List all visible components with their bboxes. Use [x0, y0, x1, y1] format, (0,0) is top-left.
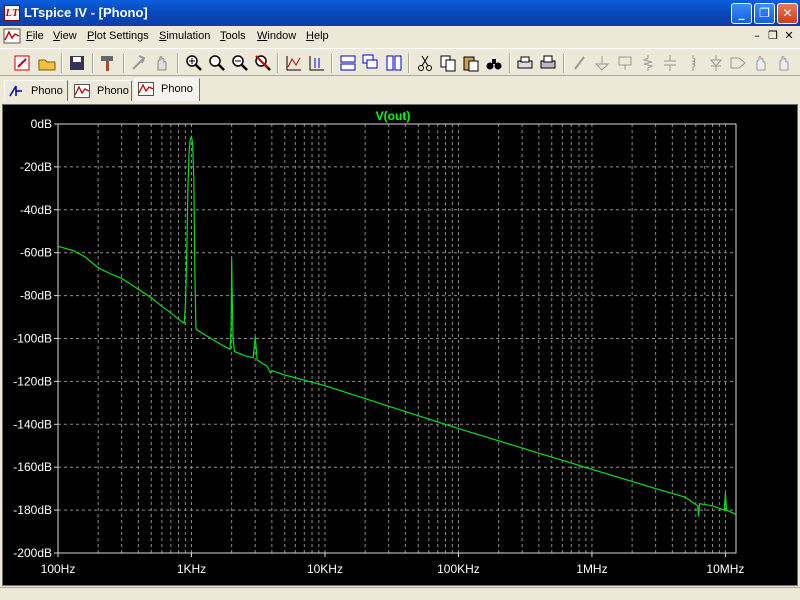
ltspice-logo-icon: LT — [4, 5, 20, 21]
schematic-icon — [9, 85, 22, 97]
tab-phono-waveform-1[interactable]: Phono — [70, 80, 132, 101]
find-binoculars-icon[interactable] — [484, 53, 504, 73]
y-tick-label: -140dB — [13, 417, 52, 431]
capacitor-icon[interactable] — [660, 53, 680, 73]
tab-label: Phono — [31, 85, 63, 97]
cut-scissors-icon[interactable] — [415, 53, 435, 73]
component-icon[interactable] — [728, 53, 748, 73]
control-panel-hammer-icon[interactable] — [98, 53, 118, 73]
menu-view[interactable]: View — [53, 30, 77, 42]
menu-window[interactable]: Window — [257, 30, 296, 42]
autorange-y-icon[interactable] — [307, 53, 327, 73]
tab-phono-waveform-2[interactable]: Phono — [134, 78, 200, 101]
y-tick-label: -120dB — [13, 374, 52, 388]
y-tick-label: -20dB — [20, 160, 52, 174]
x-tick-label: 10MHz — [706, 562, 744, 576]
menu-plot-settings[interactable]: Plot Settings — [87, 30, 149, 42]
axes: 0dB -20dB -40dB -60dB -80dB -100dB -120dB -140d… — [13, 117, 744, 576]
tile-vertical-icon[interactable] — [384, 53, 404, 73]
open-folder-icon[interactable] — [37, 53, 57, 73]
move-hand-icon[interactable] — [751, 53, 771, 73]
run-simulation-icon[interactable] — [129, 53, 149, 73]
restore-button[interactable]: ❐ — [754, 3, 775, 24]
resistor-icon[interactable] — [638, 53, 658, 73]
waveform-plot[interactable]: 0dB -20dB -40dB -60dB -80dB -100dB -120dB -140d… — [3, 105, 799, 587]
trace-v-out[interactable] — [57, 135, 737, 517]
drag-hand-icon[interactable] — [774, 53, 794, 73]
print-icon[interactable] — [538, 53, 558, 73]
trace-name-v-out[interactable]: V(out) — [376, 109, 411, 123]
y-tick-label: -100dB — [13, 332, 52, 346]
document-tab-bar: Phono Phono Phono — [0, 77, 800, 102]
tile-horizontal-icon[interactable] — [338, 53, 358, 73]
draw-wire-icon[interactable] — [570, 53, 590, 73]
waveform-plot-pane[interactable]: 0dB -20dB -40dB -60dB -80dB -100dB -120dB -140d… — [2, 104, 798, 586]
pan-hand-icon[interactable] — [152, 53, 172, 73]
y-tick-label: -80dB — [20, 289, 52, 303]
title-bar[interactable]: LT LTspice IV - [Phono] _ ❐ ✕ — [0, 0, 800, 26]
y-tick-label: -180dB — [13, 503, 52, 517]
mdi-restore-icon[interactable]: ❐ — [766, 29, 780, 43]
close-button[interactable]: ✕ — [777, 3, 798, 24]
menu-file[interactable]: File — [26, 30, 44, 42]
tab-label: Phono — [161, 83, 193, 95]
save-icon[interactable] — [67, 53, 87, 73]
label-net-icon[interactable] — [615, 53, 635, 73]
mdi-close-icon[interactable]: ✕ — [782, 29, 796, 43]
menu-bar: File View Plot Settings Simulation Tools… — [0, 26, 800, 46]
y-tick-label: -40dB — [20, 203, 52, 217]
ground-icon[interactable] — [592, 53, 612, 73]
zoom-out-icon[interactable] — [230, 53, 250, 73]
x-tick-label: 100KHz — [437, 562, 480, 576]
cascade-windows-icon[interactable] — [361, 53, 381, 73]
minimize-button[interactable]: _ — [731, 3, 752, 24]
zoom-cancel-icon[interactable] — [253, 53, 273, 73]
y-tick-label: -200dB — [13, 546, 52, 560]
plot-document-icon[interactable] — [3, 28, 21, 44]
x-tick-label: 1MHz — [576, 562, 607, 576]
y-tick-label: -60dB — [20, 246, 52, 260]
x-tick-label: 10KHz — [307, 562, 343, 576]
menu-tools[interactable]: Tools — [220, 30, 246, 42]
tab-label: Phono — [97, 85, 129, 97]
grid — [58, 124, 736, 553]
waveform-icon — [74, 84, 90, 98]
menu-help[interactable]: Help — [306, 30, 329, 42]
y-tick-label: 0dB — [31, 117, 52, 131]
zoom-in-icon[interactable] — [184, 53, 204, 73]
copy-icon[interactable] — [438, 53, 458, 73]
status-bar — [0, 587, 800, 600]
toolbar — [0, 48, 800, 76]
zoom-full-icon[interactable] — [207, 53, 227, 73]
autorange-icon[interactable] — [284, 53, 304, 73]
x-tick-label: 100Hz — [41, 562, 76, 576]
menu-simulation[interactable]: Simulation — [159, 30, 210, 42]
y-tick-label: -160dB — [13, 460, 52, 474]
window-title: LTspice IV - [Phono] — [24, 5, 148, 20]
ltspice-window: LT LTspice IV - [Phono] _ ❐ ✕ File View … — [0, 0, 800, 600]
x-tick-label: 1KHz — [177, 562, 206, 576]
inductor-icon[interactable] — [683, 53, 703, 73]
waveform-icon — [138, 82, 154, 96]
tab-phono-schematic[interactable]: Phono — [4, 80, 68, 101]
mdi-minimize-icon[interactable]: – — [750, 29, 764, 43]
print-setup-icon[interactable] — [515, 53, 535, 73]
paste-icon[interactable] — [461, 53, 481, 73]
new-schematic-icon[interactable] — [12, 53, 32, 73]
diode-icon[interactable] — [706, 53, 726, 73]
